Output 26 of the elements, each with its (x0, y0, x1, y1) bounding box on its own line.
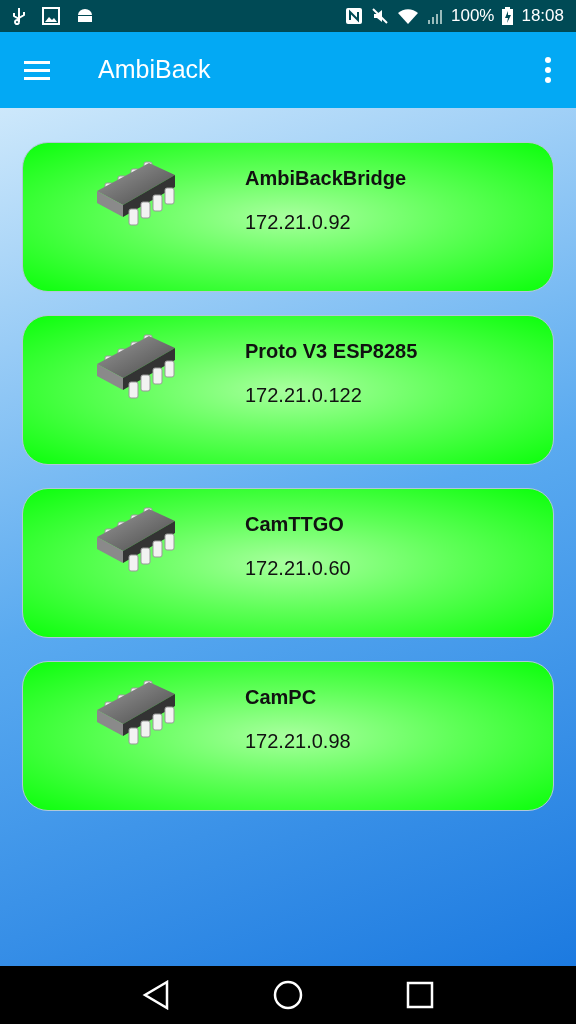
mute-icon (370, 7, 389, 25)
device-ip: 172.21.0.122 (245, 383, 363, 408)
device-ip: 172.21.0.60 (245, 556, 351, 581)
nfc-icon (344, 7, 363, 25)
device-name: AmbiBackBridge (245, 166, 407, 191)
wifi-icon (396, 7, 419, 25)
device-name: CamTTGO (245, 512, 345, 537)
device-name: Proto V3 ESP8285 (245, 339, 418, 364)
device-card[interactable]: CamPC 172.21.0.98 (22, 661, 554, 811)
clock: 18:08 (521, 5, 564, 28)
device-ip: 172.21.0.98 (245, 729, 351, 754)
device-name: CamPC (245, 685, 318, 710)
recents-icon[interactable] (406, 981, 435, 1009)
battery-percent: 100% (450, 5, 495, 28)
device-card[interactable]: CamTTGO 172.21.0.60 (22, 488, 554, 638)
home-icon[interactable] (273, 980, 303, 1010)
app-title: AmbiBack (98, 54, 211, 86)
more-options-button[interactable] (544, 57, 552, 83)
image-icon (42, 7, 60, 25)
device-card[interactable]: Proto V3 ESP8285 172.21.0.122 (22, 315, 554, 465)
device-card[interactable]: AmbiBackBridge 172.21.0.92 (22, 142, 554, 292)
battery-charging-icon (502, 7, 514, 25)
usb-icon (12, 7, 26, 25)
signal-icon (426, 7, 443, 25)
device-ip: 172.21.0.92 (245, 210, 352, 235)
back-icon[interactable] (141, 980, 170, 1010)
